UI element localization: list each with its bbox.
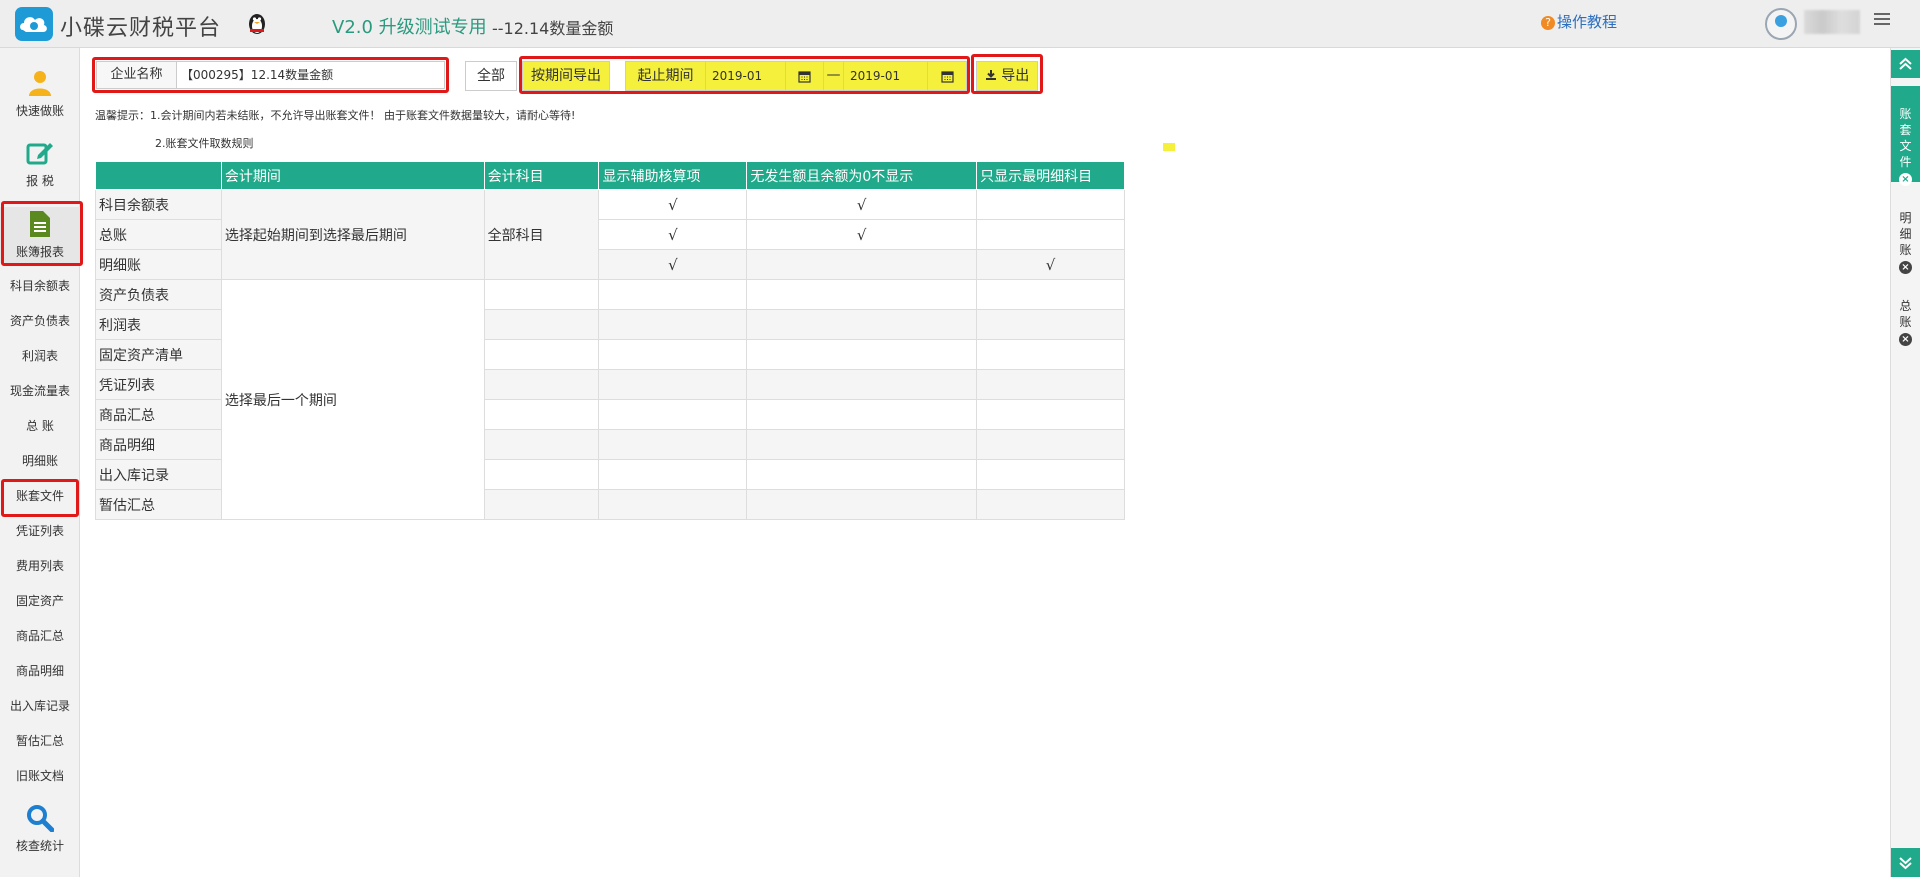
check-mark [746, 249, 978, 280]
col-header: 无发生额且余额为0不显示 [746, 161, 978, 190]
row-name: 暂估汇总 [95, 489, 222, 520]
nav-item-voucher-list[interactable]: 凭证列表 [0, 517, 80, 545]
nav-item-expense-list[interactable]: 费用列表 [0, 552, 80, 580]
row-name: 商品明细 [95, 429, 222, 460]
row-name: 商品汇总 [95, 399, 222, 430]
row-name: 科目余额表 [95, 189, 222, 220]
close-icon[interactable]: × [1899, 333, 1912, 346]
tab-account-set-label: 账 套 文 件 [1899, 107, 1912, 169]
nav-item-detail-ledger[interactable]: 明细账 [0, 447, 80, 475]
version-label: V2.0 升级测试专用 [332, 17, 487, 38]
nav-item-old-archives[interactable]: 旧账文档 [0, 762, 80, 790]
brand-title: 小碟云财税平台 [60, 16, 222, 41]
company-selector[interactable]: 企业名称 【000295】12.14数量金额 [96, 61, 445, 89]
annotation-account-set-box [1, 479, 79, 517]
annotation-books-box [1, 201, 83, 266]
table-row: 科目余额表 选择起始期间到选择最后期间 全部科目 √ √ [95, 189, 1125, 280]
tab-general-ledger-label: 总 账 [1899, 299, 1912, 329]
nav-item-trial-balance[interactable]: 科目余额表 [0, 272, 80, 300]
company-label: 企业名称 [97, 62, 177, 88]
tab-account-set-file[interactable]: 账 套 文 件 × [1891, 86, 1920, 186]
nav-item-goods-detail[interactable]: 商品明细 [0, 657, 80, 685]
tab-general-ledger[interactable]: 总 账 × [1891, 280, 1920, 346]
company-value[interactable]: 【000295】12.14数量金额 [181, 62, 333, 88]
rules-table: 会计期间 会计科目 显示辅助核算项 无发生额且余额为0不显示 只显示最明细科目 … [95, 161, 1125, 520]
row-name: 固定资产清单 [95, 339, 222, 370]
check-mark: √ [746, 219, 978, 250]
nav-item-fixed-assets[interactable]: 固定资产 [0, 587, 80, 615]
nav-item-cash-flow[interactable]: 现金流量表 [0, 377, 80, 405]
nav-item-general-ledger[interactable]: 总 账 [0, 412, 80, 440]
nav-quick-label: 快速做账 [15, 104, 64, 118]
top-bar: 小碟云财税平台 V2.0 升级测试专用 --12.14数量金额 ? 操作教程 [0, 0, 1920, 48]
nav-item-goods-summary[interactable]: 商品汇总 [0, 622, 80, 650]
scroll-down-button[interactable] [1891, 848, 1920, 877]
close-icon[interactable]: × [1899, 261, 1912, 274]
period-rule: 选择起始期间到选择最后期间 [220, 189, 485, 280]
col-header: 会计科目 [483, 161, 600, 190]
row-name: 总账 [95, 219, 222, 250]
annotation-export-box [971, 54, 1043, 94]
username-blurred [1804, 10, 1860, 34]
nav-check-label: 核查统计 [15, 839, 64, 853]
nav-item-estimate-summary[interactable]: 暂估汇总 [0, 727, 80, 755]
row-name: 出入库记录 [95, 459, 222, 490]
table-header-row: 会计期间 会计科目 显示辅助核算项 无发生额且余额为0不显示 只显示最明细科目 [95, 161, 1125, 190]
check-mark [976, 189, 1125, 220]
question-icon: ? [1541, 16, 1555, 30]
help-link[interactable]: ? 操作教程 [1541, 11, 1617, 32]
col-header [95, 161, 222, 190]
col-header: 只显示最明细科目 [976, 161, 1125, 190]
row-name: 明细账 [95, 249, 222, 280]
check-mark [976, 219, 1125, 250]
logo-icon [15, 7, 53, 41]
all-button[interactable]: 全部 [465, 61, 517, 91]
row-name: 资产负债表 [95, 279, 222, 310]
version-suffix: --12.14数量金额 [492, 19, 614, 38]
avatar[interactable] [1765, 8, 1797, 40]
col-header: 显示辅助核算项 [598, 161, 748, 190]
double-chevron-down-icon [1899, 857, 1912, 870]
edit-icon [25, 138, 55, 168]
subject-rule: 全部科目 [483, 189, 600, 280]
scroll-up-button[interactable] [1891, 50, 1920, 78]
qq-penguin-icon[interactable] [246, 11, 268, 35]
tab-detail-ledger[interactable]: 明 细 账 × [1891, 192, 1920, 274]
period-rule: 选择最后一个期间 [220, 279, 485, 520]
search-icon [25, 803, 55, 833]
check-mark: √ [598, 189, 748, 220]
help-label: 操作教程 [1557, 13, 1618, 31]
nav-quick-bookkeeping[interactable]: 快速做账 [0, 68, 80, 119]
row-name: 凭证列表 [95, 369, 222, 400]
user-icon [25, 68, 55, 98]
nav-item-stock-records[interactable]: 出入库记录 [0, 692, 80, 720]
tab-detail-ledger-label: 明 细 账 [1899, 211, 1912, 257]
menu-icon[interactable] [1874, 13, 1890, 27]
nav-item-balance-sheet[interactable]: 资产负债表 [0, 307, 80, 335]
tip-line-1: 温馨提示：1.会计期间内若未结账，不允许导出账套文件！ 由于账套文件数据量较大，… [95, 109, 576, 122]
yellow-marker [1163, 143, 1175, 151]
nav-item-income-statement[interactable]: 利润表 [0, 342, 80, 370]
close-icon[interactable]: × [1899, 173, 1912, 186]
check-mark: √ [598, 249, 748, 280]
check-mark: √ [598, 219, 748, 250]
nav-tax[interactable]: 报 税 [0, 138, 80, 189]
table-row: 资产负债表 选择最后一个期间 [95, 279, 1125, 520]
row-name: 利润表 [95, 309, 222, 340]
annotation-period-box [519, 56, 970, 94]
nav-tax-label: 报 税 [26, 174, 54, 188]
check-mark: √ [976, 249, 1125, 280]
check-mark: √ [746, 189, 978, 220]
nav-check-stats[interactable]: 核查统计 [0, 803, 80, 854]
tip-line-2[interactable]: 2.账套文件取数规则 [155, 135, 254, 151]
col-header: 会计期间 [220, 161, 485, 190]
double-chevron-up-icon [1899, 57, 1912, 70]
